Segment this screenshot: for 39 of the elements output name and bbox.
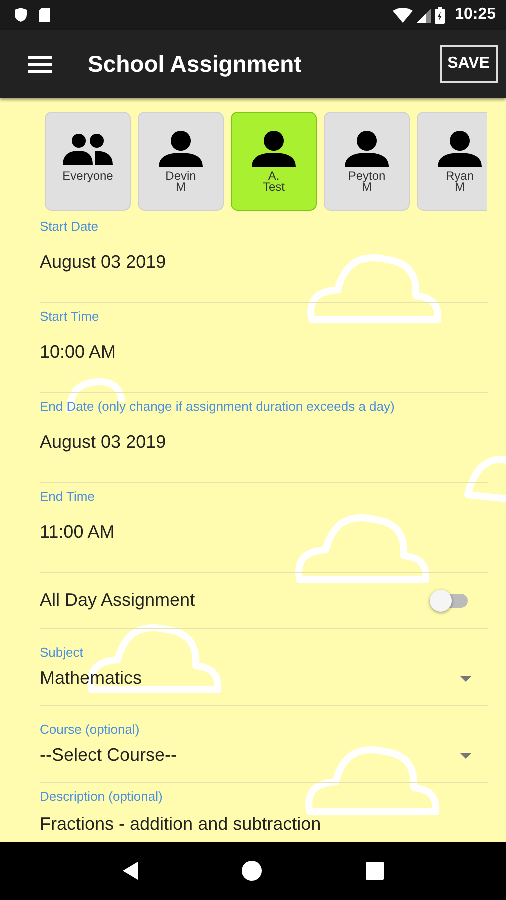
dropdown-field[interactable]: --Select Course-- bbox=[40, 745, 460, 766]
save-button[interactable]: SAVE bbox=[440, 45, 498, 83]
shield-icon bbox=[14, 7, 28, 23]
field-label: Start Date bbox=[40, 219, 100, 234]
field-label: End Date (only change if assignment duration exceeds a day) bbox=[40, 399, 396, 414]
recent-apps-icon[interactable] bbox=[366, 862, 384, 880]
signal-icon bbox=[417, 8, 432, 22]
member-name: Devin M bbox=[166, 171, 196, 193]
member-card[interactable]: Everyone bbox=[45, 112, 131, 211]
home-icon[interactable] bbox=[242, 861, 262, 881]
switch-label: All Day Assignment bbox=[40, 590, 196, 611]
member-card[interactable]: Peyton M bbox=[324, 112, 410, 211]
input-field[interactable]: Fractions - addition and subtraction bbox=[40, 814, 488, 835]
battery-charging-icon bbox=[435, 6, 446, 24]
input-field[interactable]: August 03 2019 bbox=[40, 252, 488, 273]
dropdown-arrow-icon bbox=[460, 676, 472, 682]
screen-title: School Assignment bbox=[88, 50, 303, 78]
field-label: Start Time bbox=[40, 309, 100, 324]
member-card[interactable]: Ryan M bbox=[417, 112, 487, 211]
input-field[interactable]: August 03 2019 bbox=[40, 432, 488, 453]
member-name: Ryan M bbox=[446, 171, 474, 193]
input-field[interactable]: 10:00 AM bbox=[40, 342, 488, 363]
member-card[interactable]: A. Test bbox=[231, 112, 317, 211]
menu-icon[interactable] bbox=[28, 54, 52, 74]
field-label: Subject bbox=[40, 645, 84, 660]
field-label: End Time bbox=[40, 489, 96, 504]
member-name: A. Test bbox=[262, 171, 285, 193]
input-field[interactable]: 11:00 AM bbox=[40, 522, 488, 543]
clock-time: 10:25 bbox=[455, 6, 496, 24]
wifi-icon bbox=[393, 8, 414, 22]
member-name: Peyton M bbox=[348, 171, 386, 193]
dropdown-field[interactable]: Mathematics bbox=[40, 668, 460, 689]
dropdown-arrow-icon bbox=[460, 752, 472, 758]
member-card[interactable]: Devin M bbox=[138, 112, 224, 211]
sd-card-icon bbox=[38, 7, 51, 23]
field-label: Course (optional) bbox=[40, 722, 141, 737]
field-label: Description (optional) bbox=[40, 789, 164, 804]
back-icon[interactable] bbox=[122, 861, 139, 881]
member-name: Everyone bbox=[62, 171, 114, 182]
